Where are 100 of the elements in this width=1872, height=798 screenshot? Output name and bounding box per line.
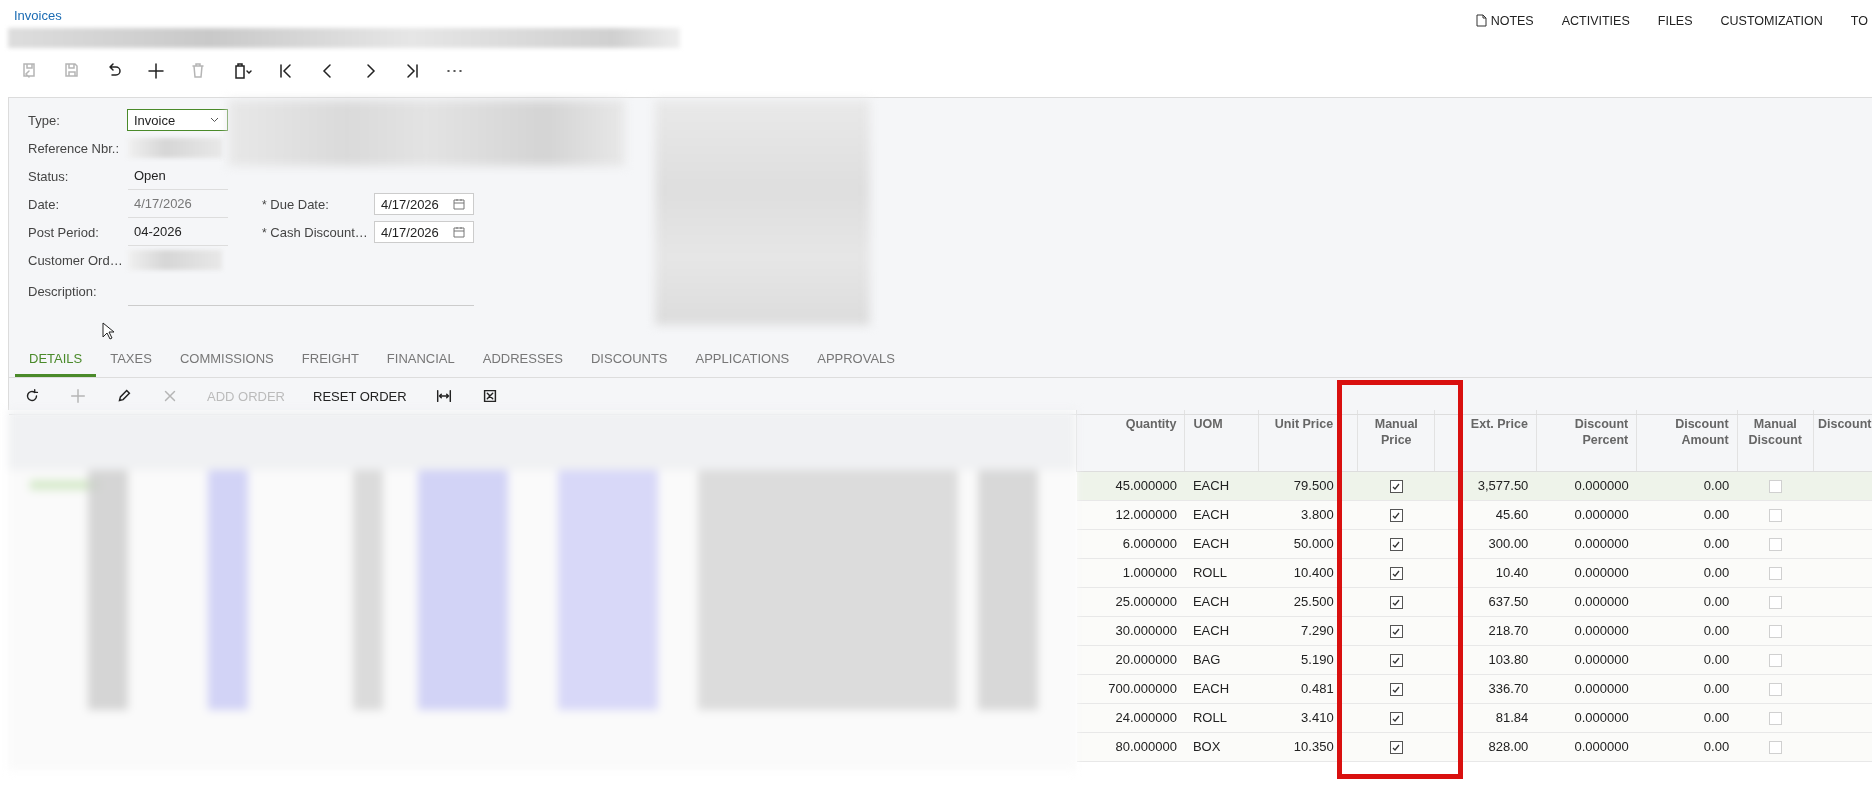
table-cell: 0.000000 (1536, 471, 1637, 500)
table-cell: 3,577.50 (1434, 471, 1537, 500)
table-cell: BOX (1184, 732, 1259, 761)
column-header[interactable]: Manual Price (1357, 410, 1435, 471)
checkbox[interactable] (1389, 654, 1403, 668)
table-cell: EACH (1184, 674, 1259, 703)
table-cell: 81.84 (1434, 703, 1537, 732)
table-cell: 1.000000 (1076, 558, 1185, 587)
calendar-icon (453, 226, 465, 238)
column-header[interactable]: UOM (1184, 410, 1259, 471)
menu-button[interactable]: ACTIVITIES (1561, 14, 1630, 30)
chevron-down-icon (210, 117, 219, 123)
tab[interactable]: DISCOUNTS (576, 342, 682, 377)
table-cell: 0.00 (1636, 558, 1738, 587)
field-value[interactable]: 04-2026 (128, 218, 228, 246)
table-cell: 10.350 (1258, 732, 1358, 761)
table-cell: 700.000000 (1076, 674, 1185, 703)
column-header[interactable]: Discount Amount (1636, 410, 1738, 471)
checkbox[interactable] (1389, 712, 1403, 726)
field-value[interactable]: Open (128, 162, 228, 190)
field-label: Reference Nbr.: (28, 140, 121, 156)
table-cell: 0.000000 (1536, 645, 1637, 674)
tab[interactable]: DETAILS (15, 342, 97, 377)
checkbox[interactable] (1389, 480, 1403, 494)
table-cell: 0.000000 (1536, 529, 1637, 558)
table-cell: 24.000000 (1076, 703, 1185, 732)
tab[interactable]: TAXES (96, 342, 166, 377)
table-cell: 0.00 (1636, 529, 1738, 558)
tab[interactable]: COMMISSIONS (165, 342, 288, 377)
menu-button[interactable]: CUSTOMIZATION (1720, 14, 1823, 30)
tab[interactable]: FREIGHT (287, 342, 373, 377)
plus-icon[interactable] (146, 60, 166, 82)
field-label: Post Period: (28, 224, 100, 240)
field-label: Status: (28, 168, 70, 184)
table-cell: 12.000000 (1076, 500, 1185, 529)
table-cell: 103.80 (1434, 645, 1537, 674)
table-cell: 0.000000 (1536, 703, 1637, 732)
tab[interactable]: ADDRESSES (468, 342, 577, 377)
table-cell: EACH (1184, 616, 1259, 645)
tab[interactable]: FINANCIAL (372, 342, 469, 377)
field-label: * Cash Discount… (262, 224, 369, 240)
calendar-icon (453, 198, 465, 210)
required-mark: * (262, 225, 267, 240)
mouse-cursor-icon (102, 322, 114, 340)
table-cell: 0.00 (1636, 616, 1738, 645)
breadcrumb-link[interactable]: Invoices (14, 8, 62, 23)
column-header[interactable]: Ext. Price (1434, 410, 1537, 471)
field-label: Description: (28, 283, 98, 299)
field-label: * Due Date: (262, 196, 330, 212)
table-cell: 0.00 (1636, 732, 1738, 761)
column-header[interactable]: Discount Percent (1536, 410, 1637, 471)
required-mark: * (262, 197, 267, 212)
table-cell: EACH (1184, 529, 1259, 558)
table-cell: 336.70 (1434, 674, 1537, 703)
table-cell: 0.00 (1636, 500, 1738, 529)
table-cell: 0.00 (1636, 471, 1738, 500)
date-field[interactable]: 4/17/2026 (374, 193, 474, 215)
table-cell: 10.400 (1258, 558, 1358, 587)
column-header[interactable]: Quantity (1076, 410, 1185, 471)
checkbox[interactable] (1389, 567, 1403, 581)
table-cell: 0.00 (1636, 674, 1738, 703)
table-cell: 25.000000 (1076, 587, 1185, 616)
table-cell: 828.00 (1434, 732, 1537, 761)
table-cell: 637.50 (1434, 587, 1537, 616)
table-cell: 5.190 (1258, 645, 1358, 674)
table-cell: 0.481 (1258, 674, 1358, 703)
checkbox[interactable] (1389, 683, 1403, 697)
field-label: Customer Ord… (28, 252, 124, 268)
column-header[interactable]: Manual Discount (1737, 410, 1814, 471)
menu-button[interactable]: FILES (1657, 14, 1693, 30)
note-icon (1475, 14, 1487, 27)
table-cell: EACH (1184, 587, 1259, 616)
table-cell: 79.500 (1258, 471, 1358, 500)
table-cell: 0.000000 (1536, 674, 1637, 703)
type-dropdown[interactable]: Invoice (127, 109, 228, 131)
table-cell: 0.00 (1636, 587, 1738, 616)
table-cell: 0.000000 (1536, 558, 1637, 587)
table-cell: 50.000 (1258, 529, 1358, 558)
tab[interactable]: APPROVALS (803, 342, 909, 377)
checkbox[interactable] (1389, 509, 1403, 523)
checkbox[interactable] (1389, 625, 1403, 639)
table-cell: 0.000000 (1536, 732, 1637, 761)
column-header[interactable]: Discount (1813, 410, 1872, 471)
tab[interactable]: APPLICATIONS (681, 342, 804, 377)
menu-button[interactable]: NOTES (1475, 14, 1534, 30)
table-cell: 6.000000 (1076, 529, 1185, 558)
table-cell: 7.290 (1258, 616, 1358, 645)
menu-button[interactable]: TO (1850, 14, 1868, 30)
checkbox[interactable] (1389, 741, 1403, 755)
table-cell: 0.00 (1636, 645, 1738, 674)
table-cell: ROLL (1184, 558, 1259, 587)
table-cell: 10.40 (1434, 558, 1537, 587)
field-label: Date: (28, 196, 61, 212)
toolbar-button[interactable]: RESET ORDER (313, 388, 407, 404)
checkbox[interactable] (1389, 538, 1403, 552)
column-header[interactable]: Unit Price (1258, 410, 1358, 471)
table-cell: EACH (1184, 500, 1259, 529)
table-cell: 80.000000 (1076, 732, 1185, 761)
date-field[interactable]: 4/17/2026 (374, 221, 474, 243)
checkbox[interactable] (1389, 596, 1403, 610)
